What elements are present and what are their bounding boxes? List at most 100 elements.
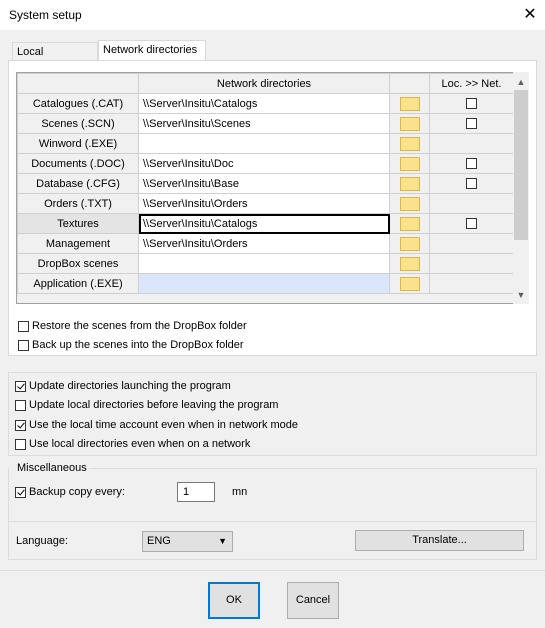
table-row[interactable]: Management \\Server\Insitu\Orders: [17, 233, 514, 254]
directory-path-field[interactable]: [138, 133, 390, 154]
backup-dropbox-label: Back up the scenes into the DropBox fold…: [32, 339, 244, 351]
directory-path-field[interactable]: \\Server\Insitu\Base: [138, 173, 390, 194]
table-row[interactable]: Documents (.DOC) \\Server\Insitu\Doc: [17, 153, 514, 174]
folder-icon: [399, 96, 420, 111]
browse-folder-button[interactable]: [389, 173, 430, 194]
use-local-time-label: Use the local time account even when in …: [29, 419, 299, 431]
row-label: DropBox scenes: [17, 253, 139, 274]
folder-icon: [399, 216, 420, 231]
use-local-dirs-label: Use local directories even when on a net…: [29, 438, 251, 450]
folder-icon: [399, 176, 420, 191]
backup-dropbox-checkbox[interactable]: [18, 339, 29, 351]
loc-net-cell[interactable]: [429, 213, 514, 234]
header-label-col: [17, 73, 139, 94]
table-row[interactable]: Application (.EXE): [17, 273, 514, 294]
loc-net-cell: [429, 253, 514, 274]
table-row[interactable]: Orders (.TXT) \\Server\Insitu\Orders: [17, 193, 514, 214]
directory-path-field[interactable]: \\Server\Insitu\Scenes: [138, 113, 390, 134]
window-title: System setup: [9, 8, 82, 22]
loc-net-cell[interactable]: [429, 113, 514, 134]
table-row[interactable]: Database (.CFG) \\Server\Insitu\Base: [17, 173, 514, 194]
use-local-dirs-option[interactable]: Use local directories even when on a net…: [15, 436, 250, 452]
browse-folder-button[interactable]: [389, 133, 430, 154]
directory-path-field[interactable]: \\Server\Insitu\Catalogs: [138, 213, 390, 234]
misc-group-label: Miscellaneous: [15, 462, 89, 474]
loc-net-checkbox[interactable]: [466, 118, 477, 130]
directories-table: Network directories Loc. >> Net. Catalog…: [17, 73, 514, 294]
loc-net-checkbox[interactable]: [466, 98, 477, 110]
loc-net-cell: [429, 273, 514, 294]
directory-path-field[interactable]: [138, 253, 390, 274]
restore-dropbox-option[interactable]: Restore the scenes from the DropBox fold…: [18, 318, 247, 334]
table-row[interactable]: Textures \\Server\Insitu\Catalogs: [17, 213, 514, 234]
backup-dropbox-option[interactable]: Back up the scenes into the DropBox fold…: [18, 337, 244, 353]
update-launch-option[interactable]: Update directories launching the program: [15, 378, 231, 394]
cancel-button[interactable]: Cancel: [287, 582, 339, 619]
update-launch-checkbox[interactable]: [15, 380, 26, 392]
use-local-time-checkbox[interactable]: [15, 419, 26, 431]
row-label: Database (.CFG): [17, 173, 139, 194]
backup-copy-option[interactable]: Backup copy every:: [15, 484, 125, 500]
update-local-leave-label: Update local directories before leaving …: [29, 399, 279, 411]
translate-button[interactable]: Translate...: [355, 530, 524, 551]
row-label: Catalogues (.CAT): [17, 93, 139, 114]
browse-folder-button[interactable]: [389, 253, 430, 274]
browse-folder-button[interactable]: [389, 193, 430, 214]
folder-icon: [399, 116, 420, 131]
loc-net-cell: [429, 193, 514, 214]
backup-copy-label: Backup copy every:: [29, 486, 125, 498]
language-selected-value: ENG: [147, 535, 171, 547]
tab-network-directories[interactable]: Network directories: [98, 40, 206, 61]
folder-icon: [399, 196, 420, 211]
loc-net-cell[interactable]: [429, 173, 514, 194]
loc-net-cell: [429, 133, 514, 154]
backup-copy-checkbox[interactable]: [15, 486, 26, 498]
browse-folder-button[interactable]: [389, 113, 430, 134]
loc-net-checkbox[interactable]: [466, 178, 477, 190]
table-row[interactable]: Winword (.EXE): [17, 133, 514, 154]
scrollbar-thumb[interactable]: [514, 90, 528, 240]
footer-separator: [0, 570, 545, 571]
chevron-down-icon: ▼: [218, 536, 227, 546]
folder-icon: [399, 276, 420, 291]
directories-grid: Network directories Loc. >> Net. Catalog…: [16, 72, 529, 304]
folder-icon: [399, 136, 420, 151]
loc-net-cell[interactable]: [429, 93, 514, 114]
table-row[interactable]: Scenes (.SCN) \\Server\Insitu\Scenes: [17, 113, 514, 134]
directory-path-field[interactable]: \\Server\Insitu\Orders: [138, 193, 390, 214]
browse-folder-button[interactable]: [389, 233, 430, 254]
restore-dropbox-checkbox[interactable]: [18, 320, 29, 332]
directory-path-field[interactable]: [138, 273, 390, 294]
row-label: Application (.EXE): [17, 273, 139, 294]
update-local-leave-option[interactable]: Update local directories before leaving …: [15, 397, 278, 413]
backup-interval-input[interactable]: 1: [177, 482, 215, 502]
directory-path-field[interactable]: \\Server\Insitu\Orders: [138, 233, 390, 254]
row-label: Management: [17, 233, 139, 254]
ok-button[interactable]: OK: [208, 582, 260, 619]
row-label: Documents (.DOC): [17, 153, 139, 174]
backup-unit-label: mn: [232, 486, 248, 498]
row-label: Winword (.EXE): [17, 133, 139, 154]
table-row[interactable]: DropBox scenes: [17, 253, 514, 274]
directory-path-field[interactable]: \\Server\Insitu\Catalogs: [138, 93, 390, 114]
loc-net-checkbox[interactable]: [466, 158, 477, 170]
language-select[interactable]: ENG ▼: [142, 531, 233, 552]
update-local-leave-checkbox[interactable]: [15, 399, 26, 411]
close-icon[interactable]: ✕: [520, 5, 540, 25]
browse-folder-button[interactable]: [389, 273, 430, 294]
browse-folder-button[interactable]: [389, 93, 430, 114]
loc-net-cell[interactable]: [429, 153, 514, 174]
use-local-time-option[interactable]: Use the local time account even when in …: [15, 417, 298, 433]
update-launch-label: Update directories launching the program: [29, 380, 231, 392]
use-local-dirs-checkbox[interactable]: [15, 438, 26, 450]
scroll-up-icon[interactable]: ▲: [513, 74, 529, 90]
directory-path-field[interactable]: \\Server\Insitu\Doc: [138, 153, 390, 174]
browse-folder-button[interactable]: [389, 153, 430, 174]
table-row[interactable]: Catalogues (.CAT) \\Server\Insitu\Catalog…: [17, 93, 514, 114]
row-label: Orders (.TXT): [17, 193, 139, 214]
loc-net-cell: [429, 233, 514, 254]
scroll-down-icon[interactable]: ▼: [513, 287, 529, 303]
loc-net-checkbox[interactable]: [466, 218, 477, 230]
browse-folder-button[interactable]: [389, 213, 430, 234]
tab-local-directories[interactable]: Local directories: [12, 42, 98, 76]
